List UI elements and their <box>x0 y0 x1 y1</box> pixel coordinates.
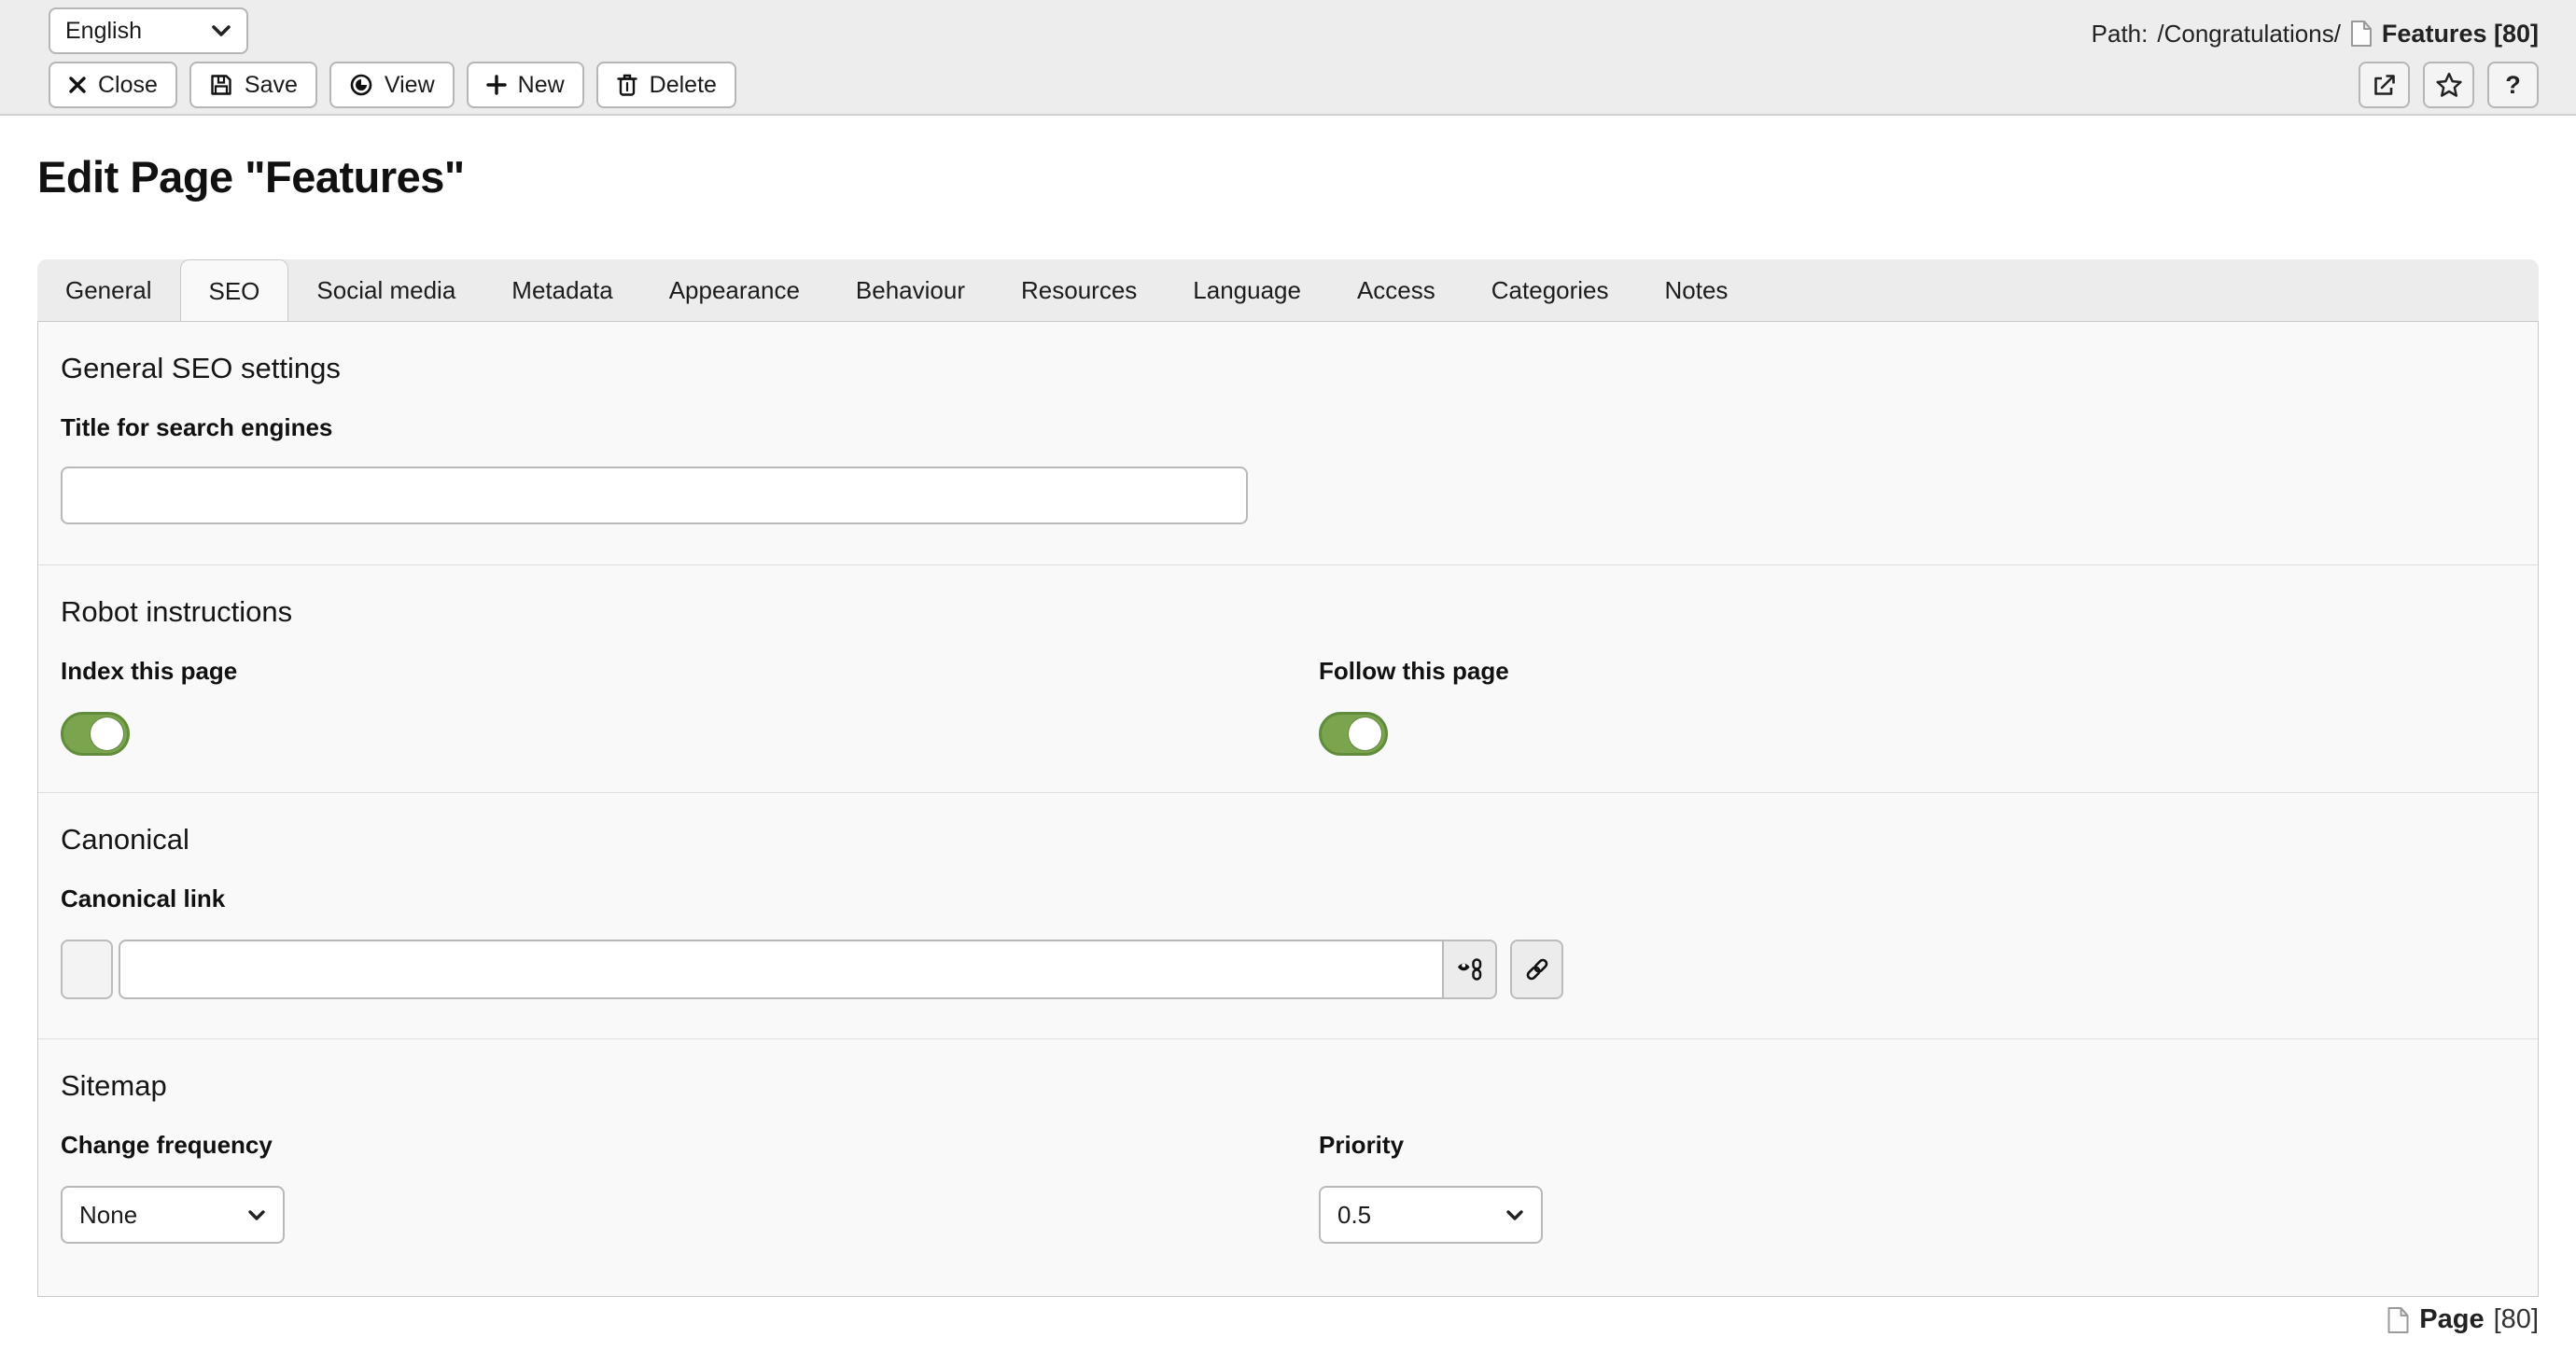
close-button[interactable]: Close <box>49 62 177 108</box>
chevron-down-icon <box>1505 1209 1524 1221</box>
index-this-page-label: Index this page <box>61 657 1319 686</box>
top-toolbar: English Close Save View New Delete Path:… <box>0 0 2576 116</box>
tab-seo[interactable]: SEO <box>180 259 289 322</box>
tab-resources[interactable]: Resources <box>993 259 1165 321</box>
change-frequency-label: Change frequency <box>61 1131 1319 1160</box>
toolbar-icon-row: ? <box>2359 62 2539 108</box>
current-page-name: Features [80] <box>2382 20 2539 49</box>
footer-page-type: Page <box>2419 1304 2484 1335</box>
footer-page-indicator: Page [80] <box>2387 1304 2539 1335</box>
section-canonical: Canonical Canonical link <box>38 792 2538 1038</box>
chevron-down-icon <box>211 24 231 37</box>
delete-button-label: Delete <box>650 72 717 99</box>
toggle-knob <box>91 717 123 750</box>
tab-social-media[interactable]: Social media <box>288 259 483 321</box>
toolbar-button-row: Close Save View New Delete <box>49 62 736 108</box>
section-heading: Canonical <box>61 823 2515 857</box>
canonical-link-prefix-box <box>61 940 113 999</box>
insert-link-button[interactable] <box>1510 940 1563 999</box>
new-button-label: New <box>518 72 565 99</box>
breadcrumb: Path: /Congratulations/ Features [80] <box>2092 13 2539 54</box>
tab-general[interactable]: General <box>37 259 180 321</box>
tab-behaviour[interactable]: Behaviour <box>828 259 993 321</box>
save-button-label: Save <box>245 72 298 99</box>
tab-appearance[interactable]: Appearance <box>641 259 828 321</box>
section-robot-instructions: Robot instructions Index this page Follo… <box>38 564 2538 792</box>
path-prefix: Path: <box>2092 20 2149 49</box>
help-button[interactable]: ? <box>2487 62 2539 108</box>
language-select[interactable]: English <box>49 7 248 54</box>
new-button[interactable]: New <box>467 62 584 108</box>
page-title: Edit Page "Features" <box>37 151 465 202</box>
priority-value: 0.5 <box>1337 1201 1371 1230</box>
plus-icon <box>486 75 507 95</box>
chevron-down-icon <box>247 1209 266 1221</box>
tab-bar: General SEO Social media Metadata Appear… <box>37 259 2539 321</box>
save-button[interactable]: Save <box>189 62 317 108</box>
priority-field: Priority 0.5 <box>1319 1103 2515 1244</box>
section-heading: General SEO settings <box>61 352 2515 385</box>
priority-label: Priority <box>1319 1131 2515 1160</box>
title-for-search-engines-label: Title for search engines <box>61 413 2515 442</box>
tab-notes[interactable]: Notes <box>1637 259 1757 321</box>
toggle-knob <box>1349 717 1381 750</box>
title-for-search-engines-input[interactable] <box>61 467 1248 524</box>
page-icon <box>2387 1306 2410 1334</box>
index-this-page-toggle[interactable] <box>61 712 130 756</box>
path-text: /Congratulations/ <box>2157 20 2341 49</box>
priority-select[interactable]: 0.5 <box>1319 1186 1543 1244</box>
delete-button[interactable]: Delete <box>596 62 736 108</box>
section-general-seo: General SEO settings Title for search en… <box>38 322 2538 564</box>
index-this-page-field: Index this page <box>61 629 1319 756</box>
follow-this-page-field: Follow this page <box>1319 629 2515 756</box>
section-heading: Sitemap <box>61 1069 2515 1103</box>
editor-body: General SEO Social media Metadata Appear… <box>37 259 2539 1297</box>
trash-icon <box>616 73 638 97</box>
tab-categories[interactable]: Categories <box>1463 259 1637 321</box>
save-icon <box>209 73 233 97</box>
follow-this-page-label: Follow this page <box>1319 657 2515 686</box>
footer-page-id: [80] <box>2494 1304 2539 1335</box>
canonical-link-label: Canonical link <box>61 884 2515 913</box>
section-sitemap: Sitemap Change frequency None Priority 0… <box>38 1038 2538 1296</box>
change-frequency-select[interactable]: None <box>61 1186 285 1244</box>
canonical-link-input[interactable] <box>119 940 1444 999</box>
link-icon <box>1523 955 1551 983</box>
external-link-icon <box>2372 72 2398 98</box>
tab-metadata[interactable]: Metadata <box>483 259 640 321</box>
section-heading: Robot instructions <box>61 595 2515 629</box>
help-button-label: ? <box>2505 71 2521 100</box>
close-button-label: Close <box>98 72 158 99</box>
follow-this-page-toggle[interactable] <box>1319 712 1388 756</box>
close-icon <box>68 76 87 94</box>
change-frequency-field: Change frequency None <box>61 1103 1319 1244</box>
canonical-link-group <box>61 940 2515 999</box>
page-icon <box>2350 20 2373 48</box>
tab-access[interactable]: Access <box>1329 259 1463 321</box>
preview-link-button[interactable] <box>1444 940 1497 999</box>
language-select-value: English <box>65 18 142 45</box>
eye-link-icon <box>1456 955 1484 983</box>
view-icon <box>349 73 373 97</box>
favourite-button[interactable] <box>2423 62 2474 108</box>
seo-tab-panel: General SEO settings Title for search en… <box>37 321 2539 1297</box>
view-button[interactable]: View <box>329 62 455 108</box>
star-icon <box>2435 71 2463 99</box>
open-external-button[interactable] <box>2359 62 2410 108</box>
tab-language[interactable]: Language <box>1165 259 1329 321</box>
view-button-label: View <box>385 72 435 99</box>
change-frequency-value: None <box>79 1201 137 1230</box>
